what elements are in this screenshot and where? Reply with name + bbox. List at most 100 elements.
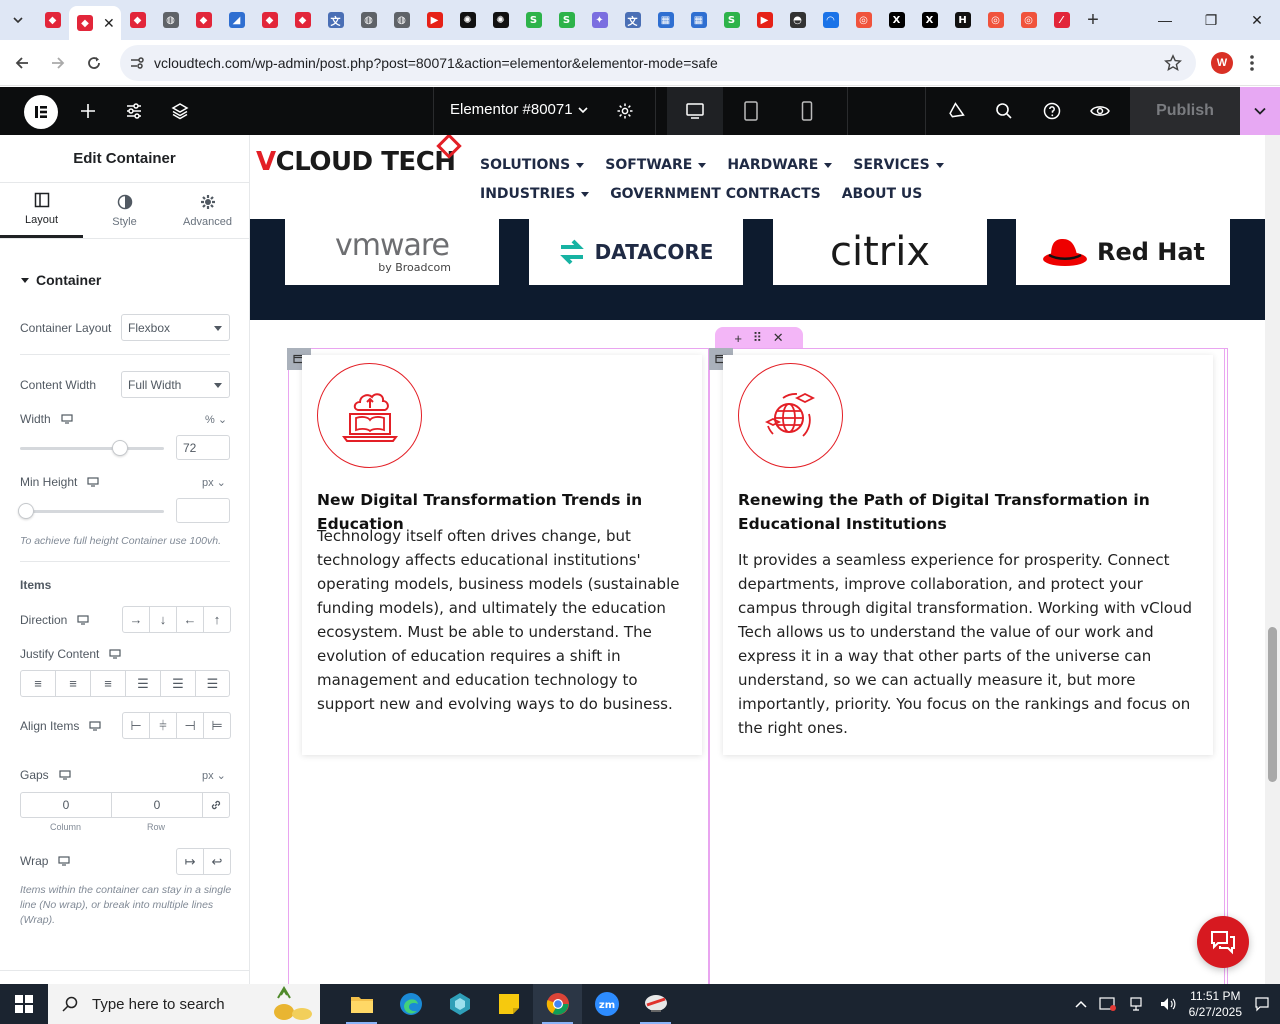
canvas-scrollbar[interactable] — [1265, 135, 1280, 984]
site-logo[interactable]: VCLOUD TECH — [256, 147, 456, 177]
document-title[interactable]: Elementor #80071 — [450, 101, 573, 118]
browser-tab[interactable]: ◍ — [385, 0, 418, 40]
omnibox[interactable]: vcloudtech.com/wp-admin/post.php?post=80… — [120, 45, 1196, 81]
min-height-input[interactable] — [176, 498, 230, 523]
browser-tab[interactable]: ✺ — [484, 0, 517, 40]
nav-item[interactable]: GOVERNMENT CONTRACTS — [610, 186, 821, 202]
min-height-slider-handle[interactable] — [18, 503, 34, 519]
browser-tab[interactable]: ◍ — [154, 0, 187, 40]
taskbar-chrome[interactable] — [533, 984, 582, 1024]
help-button[interactable] — [1040, 99, 1064, 123]
container-layout-select[interactable]: Flexbox — [121, 314, 230, 341]
direction-column-reverse-button[interactable]: ↑ — [204, 607, 230, 632]
preview-button[interactable] — [1088, 99, 1112, 123]
publish-button[interactable]: Publish — [1130, 87, 1240, 135]
mobile-view-button[interactable] — [795, 99, 819, 123]
browser-tab[interactable]: H — [946, 0, 979, 40]
gaps-unit-select[interactable]: px ⌄ — [202, 769, 226, 782]
browser-tab[interactable]: ⁄ — [1045, 0, 1078, 40]
chevron-down-icon[interactable] — [576, 103, 590, 117]
drag-handle-icon[interactable]: ⠿ — [753, 330, 763, 346]
align-end-button[interactable]: ⊣ — [177, 713, 204, 738]
tab-advanced[interactable]: Advanced — [166, 183, 249, 238]
browser-tab[interactable]: 文 — [616, 0, 649, 40]
finder-button[interactable] — [992, 99, 1016, 123]
start-button[interactable] — [0, 984, 48, 1024]
width-slider-handle[interactable] — [112, 440, 129, 456]
back-button[interactable] — [4, 45, 40, 81]
browser-tab[interactable]: ✺ — [451, 0, 484, 40]
close-window-button[interactable]: ✕ — [1234, 0, 1280, 40]
browser-tab[interactable]: ▶ — [418, 0, 451, 40]
browser-tab[interactable]: ◆ — [187, 0, 220, 40]
browser-tab[interactable]: ◍ — [352, 0, 385, 40]
browser-tab[interactable]: ◆ — [253, 0, 286, 40]
nav-item[interactable]: SERVICES — [853, 157, 944, 173]
add-element-button[interactable] — [76, 99, 100, 123]
min-height-slider-track[interactable] — [18, 503, 164, 519]
reload-button[interactable] — [76, 45, 112, 81]
browser-tab[interactable]: X — [880, 0, 913, 40]
tab-layout[interactable]: Layout — [0, 183, 83, 238]
taskbar-file-explorer[interactable] — [337, 984, 386, 1024]
profile-avatar[interactable]: W — [1211, 52, 1233, 74]
direction-column-button[interactable]: ↓ — [150, 607, 177, 632]
browser-menu-icon[interactable] — [1250, 54, 1254, 72]
min-height-unit-select[interactable]: px ⌄ — [202, 476, 226, 489]
tray-volume-icon[interactable] — [1159, 996, 1177, 1012]
notifications-button[interactable] — [945, 99, 969, 123]
notifications-icon[interactable] — [1254, 996, 1270, 1012]
minimize-button[interactable]: — — [1142, 0, 1188, 40]
browser-tab[interactable]: ◎ — [1012, 0, 1045, 40]
direction-row-button[interactable]: → — [123, 607, 150, 632]
browser-tab[interactable]: ✦ — [583, 0, 616, 40]
direction-row-reverse-button[interactable]: ← — [177, 607, 204, 632]
browser-tab[interactable]: ◎ — [847, 0, 880, 40]
justify-end-button[interactable]: ≡ — [91, 671, 126, 696]
browser-tab[interactable]: S — [550, 0, 583, 40]
gap-row-input[interactable]: 0 — [112, 793, 203, 817]
feature-card[interactable]: New Digital Transformation Trends in Edu… — [302, 355, 702, 755]
taskbar-edge[interactable] — [386, 984, 435, 1024]
gap-column-input[interactable]: 0 — [21, 793, 112, 817]
browser-tab[interactable]: ◆ — [121, 0, 154, 40]
bookmark-star-icon[interactable] — [1164, 54, 1182, 72]
justify-center-button[interactable]: ≡ — [56, 671, 91, 696]
browser-tab[interactable]: ◢ — [220, 0, 253, 40]
elementor-logo-button[interactable] — [24, 95, 58, 129]
nowrap-button[interactable]: ↦ — [177, 849, 204, 874]
nav-item[interactable]: HARDWARE — [727, 157, 833, 173]
chat-widget-button[interactable] — [1197, 916, 1249, 968]
feature-card[interactable]: Renewing the Path of Digital Transformat… — [723, 355, 1213, 755]
justify-between-button[interactable]: ☰ — [126, 671, 161, 696]
wrap-button[interactable]: ↩ — [204, 849, 230, 874]
width-unit-select[interactable]: % ⌄ — [205, 413, 227, 426]
align-center-button[interactable]: ⫩ — [150, 713, 177, 738]
section-toggle-container[interactable]: Container — [20, 272, 101, 288]
nav-item[interactable]: SOLUTIONS — [480, 157, 585, 173]
tablet-view-button[interactable] — [739, 99, 763, 123]
browser-tab[interactable]: ◆ — [286, 0, 319, 40]
justify-around-button[interactable]: ☰ — [161, 671, 196, 696]
structure-button[interactable] — [168, 99, 192, 123]
content-width-select[interactable]: Full Width — [121, 371, 230, 398]
forward-button[interactable] — [40, 45, 76, 81]
browser-tab[interactable]: S — [715, 0, 748, 40]
browser-tab[interactable]: ◓ — [781, 0, 814, 40]
site-settings-button[interactable] — [122, 99, 146, 123]
scrollbar-thumb[interactable] — [1268, 627, 1277, 782]
taskbar-app-gem[interactable] — [435, 984, 484, 1024]
browser-tab[interactable]: X — [913, 0, 946, 40]
browser-tab[interactable]: 文 — [319, 0, 352, 40]
nav-item[interactable]: INDUSTRIES — [480, 186, 590, 202]
browser-tab[interactable]: ◠ — [814, 0, 847, 40]
tab-style[interactable]: Style — [83, 183, 166, 238]
desktop-view-button[interactable] — [683, 99, 707, 123]
page-settings-button[interactable] — [613, 99, 637, 123]
taskbar-sticky-notes[interactable] — [484, 984, 533, 1024]
link-values-button[interactable] — [203, 793, 229, 817]
tray-network-icon[interactable] — [1129, 996, 1147, 1012]
restore-button[interactable]: ❐ — [1188, 0, 1234, 40]
nav-item[interactable]: SOFTWARE — [605, 157, 707, 173]
nav-item[interactable]: ABOUT US — [842, 186, 923, 202]
